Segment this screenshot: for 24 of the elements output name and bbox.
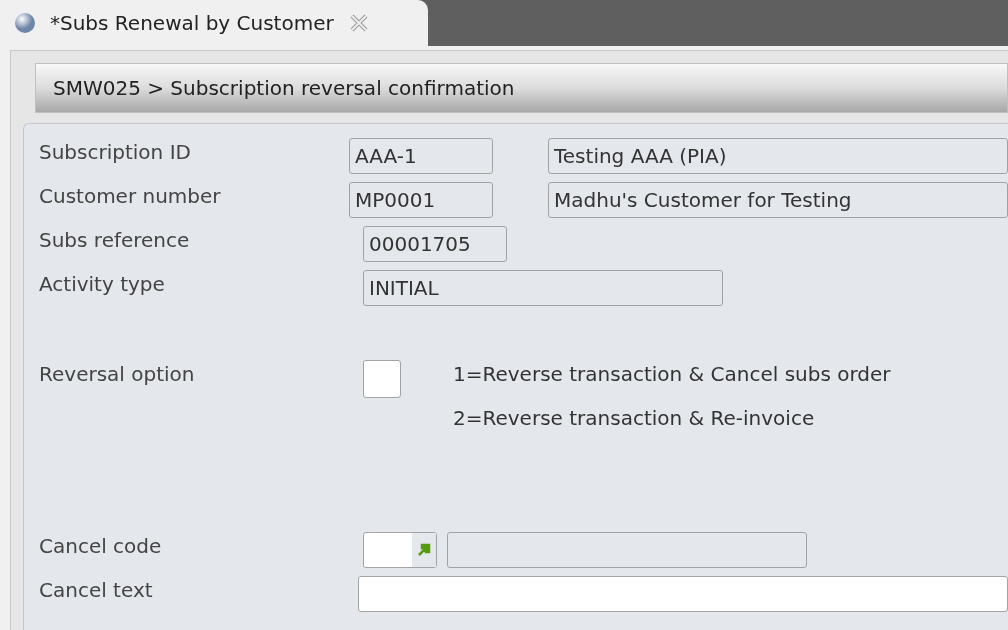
arrow-icon (417, 543, 431, 557)
field-label: Reversal option (39, 361, 196, 388)
code-field[interactable]: 00001705 (363, 226, 507, 262)
description-field: Testing AAA (PIA) (548, 138, 1008, 174)
breadcrumb-title: SMW025 > Subscription reversal confirmation (53, 75, 515, 102)
code-field[interactable]: AAA-1 (349, 138, 493, 174)
option-description: 1=Reverse transaction & Cancel subs order (453, 361, 891, 388)
lookup-button[interactable] (412, 533, 436, 567)
activity-field[interactable]: INITIAL (363, 270, 723, 306)
code-field[interactable]: MP0001 (349, 182, 493, 218)
field-label: Subscription ID (39, 139, 192, 166)
field-label: Activity type (39, 271, 166, 298)
tab-title: *Subs Renewal by Customer (50, 10, 334, 37)
field-label: Customer number (39, 183, 222, 210)
editor-tab[interactable]: *Subs Renewal by Customer (0, 0, 428, 46)
text-input[interactable] (358, 576, 1008, 612)
option-input[interactable] (363, 360, 401, 398)
field-label: Cancel text (39, 577, 154, 604)
field-label: Cancel code (39, 533, 163, 560)
option-description: 2=Reverse transaction & Re-invoice (453, 405, 816, 432)
field-label: Subs reference (39, 227, 191, 254)
code-input[interactable] (363, 532, 437, 568)
sphere-icon (14, 12, 36, 34)
description-field: Madhu's Customer for Testing (548, 182, 1008, 218)
